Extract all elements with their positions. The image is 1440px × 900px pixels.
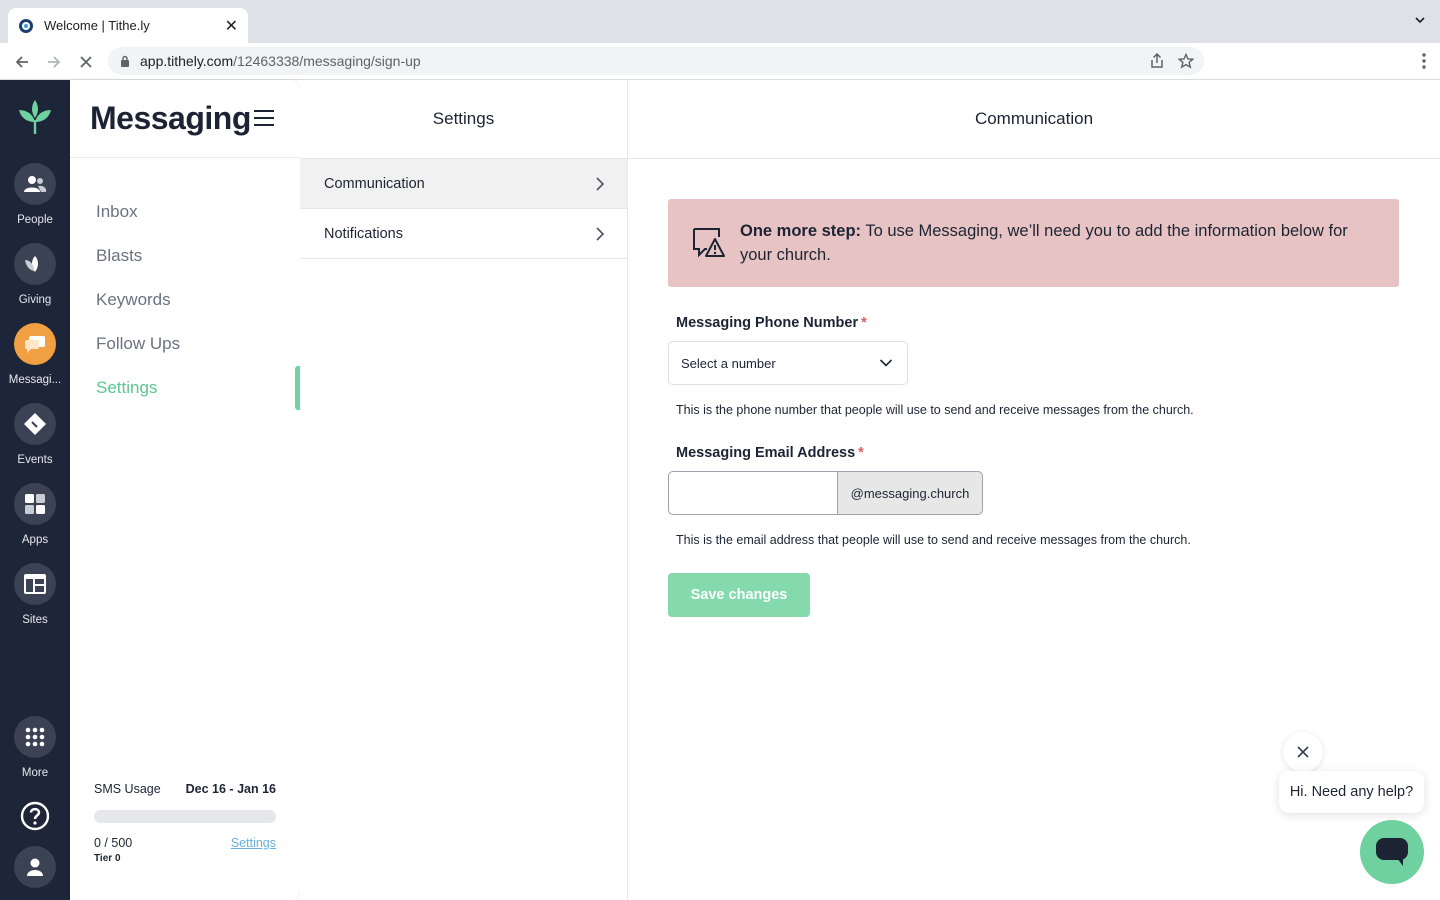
phone-number-select[interactable]: Select a number [668,341,908,385]
alert-strong-text: One more step: [740,222,862,240]
sms-usage-label: SMS Usage [94,782,161,796]
sms-usage-progress-bar [94,810,276,823]
share-icon[interactable] [1150,53,1164,69]
rail-label: Events [17,454,53,466]
close-icon [1297,746,1309,758]
sidebar-nav: Inbox Blasts Keywords Follow Ups Setting… [70,190,300,410]
more-dots-icon [14,716,56,758]
forward-arrow-icon[interactable] [43,51,65,73]
rail-label: Giving [18,294,52,306]
apps-grid-icon [14,483,56,525]
chevron-down-icon [879,359,893,367]
ticket-icon [14,403,56,445]
back-arrow-icon[interactable] [11,51,33,73]
alert-text: One more step: To use Messaging, we’ll n… [740,219,1369,267]
settings-item-label: Communication [324,175,425,192]
phone-number-label-text: Messaging Phone Number [676,315,859,331]
email-input-group: @messaging.church [668,471,983,515]
rail-label: More [21,767,49,779]
email-prefix-input[interactable] [668,471,837,515]
tab-close-icon[interactable]: ✕ [225,16,238,36]
url-host: app.tithely.com [140,53,234,69]
sms-usage-settings-link[interactable]: Settings [231,836,276,850]
url-omnibox[interactable]: app.tithely.com/12463338/messaging/sign-… [108,47,1204,75]
help-question-icon[interactable] [20,801,50,831]
bookmark-star-icon[interactable] [1178,53,1194,69]
browser-address-bar: app.tithely.com/12463338/messaging/sign-… [0,43,1440,80]
setup-alert: One more step: To use Messaging, we’ll n… [668,199,1399,287]
chat-bubble-icon [1376,838,1408,866]
settings-title: Settings [300,80,627,159]
stop-loading-icon[interactable] [75,51,97,73]
communication-title: Communication [628,80,1440,159]
settings-item-notifications[interactable]: Notifications [300,209,627,259]
messaging-sidebar: Messaging Inbox Blasts Keywords Follow U… [70,80,300,900]
people-icon [14,163,56,205]
required-asterisk: * [861,315,867,331]
rail-item-giving[interactable]: Giving [0,243,70,306]
phone-number-help: This is the phone number that people wil… [676,403,1194,417]
rail-item-people[interactable]: People [0,163,70,226]
sidebar-item-blasts[interactable]: Blasts [70,234,300,278]
help-widget-close-button[interactable] [1283,732,1323,772]
rail-item-more[interactable]: More [0,716,70,779]
sites-layout-icon [14,563,56,605]
rail-item-apps[interactable]: Apps [0,483,70,546]
rail-item-sites[interactable]: Sites [0,563,70,626]
sms-usage-dates: Dec 16 - Jan 16 [185,782,276,796]
settings-panel: Settings Communication Notifications [300,80,628,900]
url-path: /12463338/messaging/sign-up [233,53,421,69]
browser-menu-icon[interactable] [1422,53,1426,69]
sidebar-title: Messaging [90,100,251,136]
settings-item-communication[interactable]: Communication [300,159,627,209]
sidebar-item-inbox[interactable]: Inbox [70,190,300,234]
rail-item-messaging[interactable]: Messagi... [0,323,70,386]
email-domain-suffix: @messaging.church [837,471,983,515]
chevron-right-icon [596,176,605,191]
giving-leaf-icon [14,243,56,285]
tithely-favicon-icon [19,18,33,33]
hamburger-menu-icon[interactable] [253,108,275,128]
sms-tier-label: Tier 0 [94,853,121,864]
help-widget-message[interactable]: Hi. Need any help? [1279,771,1424,813]
sidebar-item-keywords[interactable]: Keywords [70,278,300,322]
required-asterisk: * [858,445,864,461]
email-address-label-text: Messaging Email Address [676,445,856,461]
phone-number-label: Messaging Phone Number * [676,315,1400,331]
user-avatar-icon[interactable] [14,846,56,888]
settings-item-label: Notifications [324,225,403,242]
browser-tab-bar: Welcome | Tithe.ly ✕ [0,0,1440,43]
tithely-logo-icon[interactable] [17,98,53,136]
lock-icon [121,55,129,67]
help-chat-launcher[interactable] [1360,820,1424,884]
browser-tab[interactable]: Welcome | Tithe.ly ✕ [8,8,248,43]
rail-label: Sites [22,614,48,626]
app-rail: People Giving Messagi... Events Apps Sit… [0,80,70,900]
tab-title: Welcome | Tithe.ly [44,18,150,33]
save-changes-button[interactable]: Save changes [668,573,810,617]
rail-item-events[interactable]: Events [0,403,70,466]
tab-list-chevron-icon[interactable] [1414,14,1426,26]
email-address-label: Messaging Email Address * [676,445,1400,461]
email-address-help: This is the email address that people wi… [676,533,1191,547]
rail-label: Messagi... [8,374,62,386]
rail-label: Apps [21,534,49,546]
sms-usage-panel: SMS Usage Dec 16 - Jan 16 0 / 500 Settin… [94,782,276,864]
chevron-right-icon [596,226,605,241]
sms-usage-count: 0 / 500 [94,836,133,850]
chat-warning-icon [693,228,725,258]
rail-label: People [17,214,53,226]
sidebar-item-settings[interactable]: Settings [70,366,300,410]
sidebar-item-follow-ups[interactable]: Follow Ups [70,322,300,366]
phone-number-select-value: Select a number [681,355,776,371]
chat-icon [14,323,56,365]
